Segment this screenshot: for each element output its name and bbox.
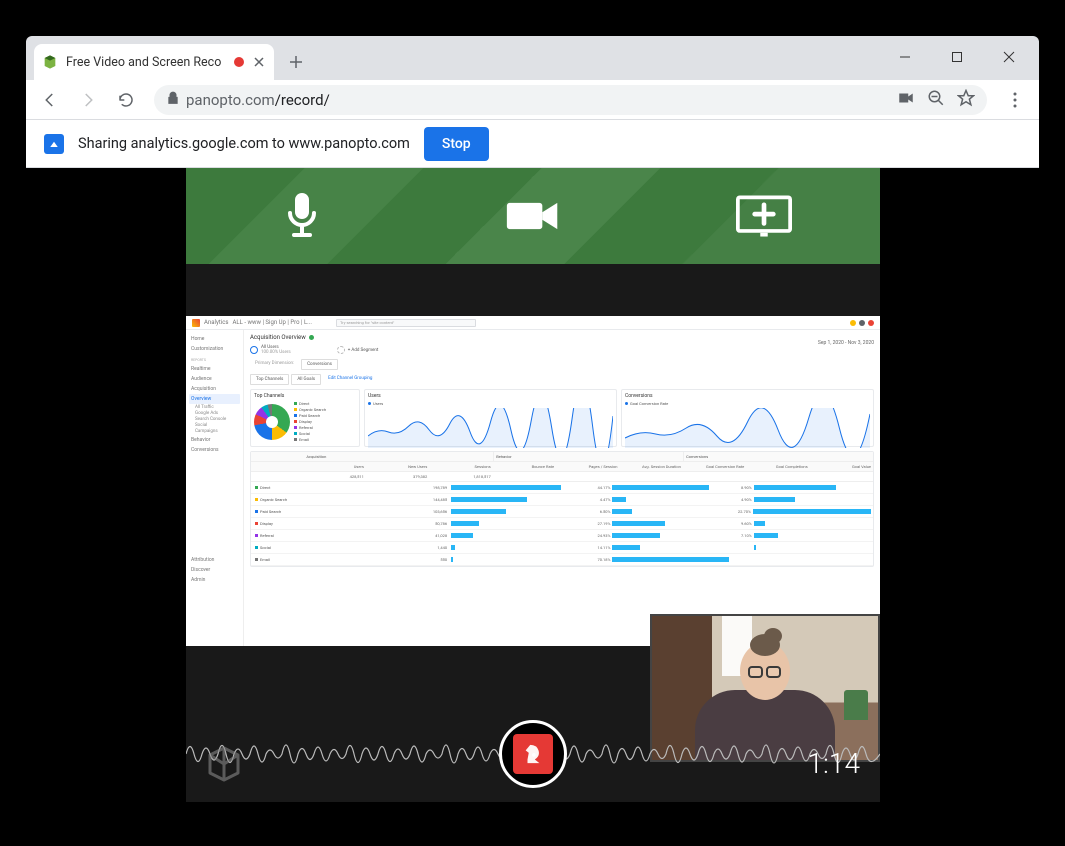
tab-title: Free Video and Screen Reco: [66, 55, 226, 70]
checkmark-icon: [309, 335, 314, 340]
ga-nav-behavior[interactable]: Behavior: [189, 435, 240, 445]
table-row[interactable]: Display50,78627.19%9.60%: [251, 518, 873, 530]
ga-nav-admin[interactable]: Admin: [189, 575, 240, 585]
ga-nav-search-console[interactable]: Search Console: [189, 417, 240, 422]
ga-nav-overview[interactable]: Overview: [189, 394, 240, 404]
ga-nav-conversions[interactable]: Conversions: [189, 445, 240, 455]
ga-nav-social[interactable]: Social: [189, 423, 240, 428]
table-row[interactable]: Direct198,78944.17%8.90%: [251, 482, 873, 494]
ga-date-range[interactable]: Sep 1, 2020 - Nov 3, 2020: [818, 340, 874, 346]
nav-back-button[interactable]: [34, 84, 66, 116]
browser-title-bar: Free Video and Screen Reco: [26, 36, 1039, 80]
ga-nav-acquisition[interactable]: Acquisition: [189, 384, 240, 394]
add-screen-icon[interactable]: [736, 188, 792, 244]
legend-item: Paid Search: [294, 413, 326, 418]
browser-tab[interactable]: Free Video and Screen Reco: [34, 44, 274, 80]
favicon-panopto: [42, 54, 58, 70]
tab-close-button[interactable]: [252, 55, 266, 69]
segment-indicator-icon: [250, 346, 258, 354]
ga-nav-discover[interactable]: Discover: [189, 565, 240, 575]
table-row[interactable]: Social1,44014.11%: [251, 542, 873, 554]
ga-notif-icon: [850, 320, 856, 326]
ga-nav-audience[interactable]: Audience: [189, 374, 240, 384]
ga-pie-chart: [254, 404, 290, 440]
ga-apps-icon: [859, 320, 865, 326]
legend-item: Organic Search: [294, 407, 326, 412]
ga-nav-all-traffic[interactable]: All Traffic: [189, 405, 240, 410]
ga-page-title: Acquisition Overview: [250, 334, 306, 341]
url-text: panopto.com/record/: [186, 91, 330, 109]
ga-nav-campaigns[interactable]: Campaigns: [189, 429, 240, 434]
legend-item: Display: [294, 419, 326, 424]
recorder-viewport: Analytics ALL - www | Sign Up | Pro | L.…: [26, 168, 1039, 802]
legend-item: Email: [294, 437, 326, 442]
zoom-out-icon[interactable]: [927, 89, 945, 111]
new-tab-button[interactable]: [282, 48, 310, 76]
star-icon[interactable]: [957, 89, 975, 111]
lock-icon: [166, 90, 180, 109]
legend-item: Social: [294, 431, 326, 436]
legend-item: Referral: [294, 425, 326, 430]
browser-nav-bar: panopto.com/record/: [26, 80, 1039, 120]
table-row[interactable]: Email55070.18%: [251, 554, 873, 566]
ga-search-input[interactable]: Try searching for "site content": [336, 319, 476, 327]
ga-nav-customization[interactable]: Customization: [189, 344, 240, 354]
ga-nav-google-ads[interactable]: Google Ads: [189, 411, 240, 416]
sharing-info-bar: Sharing analytics.google.com to www.pano…: [26, 120, 1039, 168]
nav-forward-button[interactable]: [72, 84, 104, 116]
table-row[interactable]: Paid Search103,6566.50%22.70%: [251, 506, 873, 518]
shared-screen-analytics: Analytics ALL - www | Sign Up | Pro | L.…: [186, 316, 880, 646]
table-row[interactable]: Referral41,02824.93%7.10%: [251, 530, 873, 542]
browser-menu-button[interactable]: [999, 84, 1031, 116]
ga-logo-icon: [192, 319, 200, 327]
screen-share-icon: [44, 134, 64, 154]
panopto-logo-icon: [204, 744, 244, 784]
microphone-icon[interactable]: [274, 188, 330, 244]
camera-toolbar-icon[interactable]: [505, 188, 561, 244]
ga-conversions-line-chart: [625, 408, 870, 448]
ga-nav-reports-hdr: REPORTS: [189, 356, 240, 364]
window-close-button[interactable]: [987, 42, 1031, 72]
camera-icon[interactable]: [897, 89, 915, 111]
ga-nav-attribution[interactable]: Attribution: [189, 555, 240, 565]
stop-recording-button[interactable]: [499, 720, 567, 788]
ga-users-line-chart: [368, 408, 613, 448]
ga-app-name: Analytics: [204, 319, 228, 326]
recording-indicator-dot: [234, 57, 244, 67]
window-minimize-button[interactable]: [883, 42, 927, 72]
ga-sidebar: Home Customization REPORTS Realtime Audi…: [186, 330, 244, 646]
ga-channels-table: Acquisition Behavior Conversions Users N…: [250, 451, 874, 567]
ga-account: ALL - www | Sign Up | Pro | L...: [232, 319, 311, 326]
recording-timer: 1:14: [808, 747, 860, 780]
sharing-info-text: Sharing analytics.google.com to www.pano…: [78, 135, 410, 152]
stop-sharing-button[interactable]: Stop: [424, 127, 489, 161]
address-bar[interactable]: panopto.com/record/: [154, 85, 987, 115]
window-maximize-button[interactable]: [935, 42, 979, 72]
ga-account-avatar: [868, 320, 874, 326]
table-row[interactable]: Organic Search144,4854.47%4.90%: [251, 494, 873, 506]
add-segment-icon[interactable]: [337, 346, 345, 354]
legend-item: Direct: [294, 401, 326, 406]
ga-nav-realtime[interactable]: Realtime: [189, 364, 240, 374]
recorder-toolbar: [186, 168, 880, 264]
nav-reload-button[interactable]: [110, 84, 142, 116]
ga-nav-home[interactable]: Home: [189, 334, 240, 344]
